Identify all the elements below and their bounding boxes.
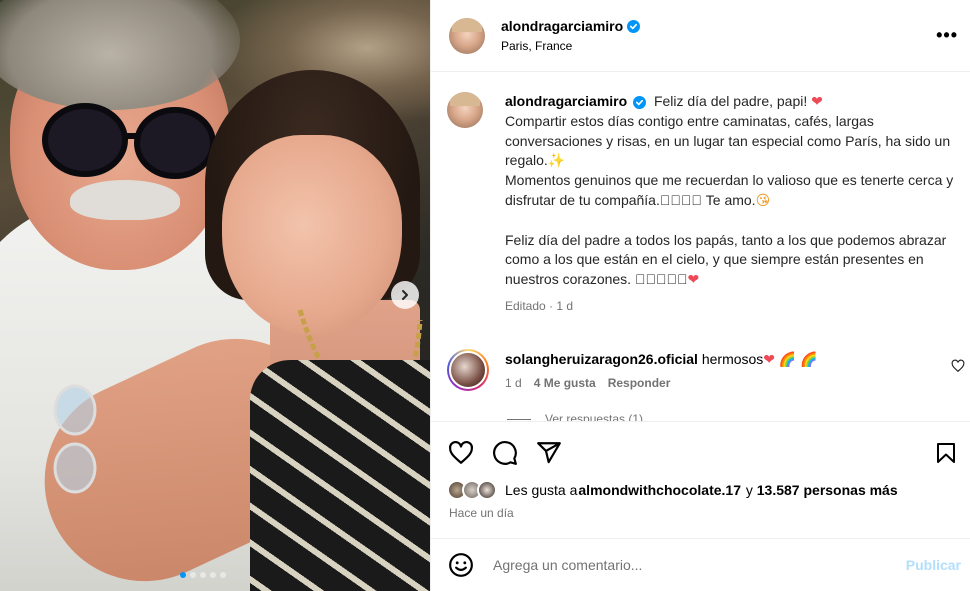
heart-icon xyxy=(449,440,473,464)
liker-username[interactable]: almondwithchocolate.17 xyxy=(578,482,741,498)
action-bar xyxy=(431,422,970,470)
heart-emoji-icon: ❤ xyxy=(811,93,823,109)
like-button[interactable] xyxy=(447,439,475,467)
heart-outline-icon[interactable] xyxy=(951,359,965,373)
carousel-dot xyxy=(220,572,226,578)
view-replies-label: Ver respuestas (1) xyxy=(545,412,644,421)
location-link[interactable]: Paris, France xyxy=(501,39,640,53)
emoji-picker-button[interactable] xyxy=(447,551,475,579)
rainbow-emoji-icon: 🌈 xyxy=(800,350,818,367)
reply-button[interactable]: Responder xyxy=(608,376,671,390)
likes-prefix: Les gusta a xyxy=(505,482,578,498)
carousel-dot xyxy=(210,572,216,578)
likes-middle: y xyxy=(741,482,757,498)
caption-line: Feliz día del padre a todos los papás, t… xyxy=(505,231,947,288)
bookmark-icon xyxy=(937,443,955,463)
comments-section[interactable]: alondragarciamiro Feliz día del padre, p… xyxy=(431,73,970,421)
avatar[interactable] xyxy=(449,17,485,54)
hanging-glasses xyxy=(53,384,97,494)
avatar[interactable] xyxy=(447,92,483,128)
emoji-placeholder: 􀀀􀀀􀀀􀀀􀀀 xyxy=(634,271,688,288)
edited-time[interactable]: 1 d xyxy=(556,299,573,313)
carousel-dot xyxy=(180,572,186,578)
kiss-emoji-icon: 😘 xyxy=(755,191,771,208)
post-side-panel: alondragarciamiro Paris, France ••• alon… xyxy=(430,0,970,591)
comment-icon xyxy=(493,441,517,465)
likes-summary: Les gusta a almondwithchocolate.17 y 13.… xyxy=(431,470,970,500)
smiley-icon xyxy=(449,553,473,577)
comment-button[interactable] xyxy=(491,439,519,467)
commenter-username[interactable]: solangheruizaragon26.oficial xyxy=(505,351,698,367)
avatar xyxy=(477,480,497,500)
commenter-avatar[interactable] xyxy=(447,348,489,391)
comment-text: hermosos xyxy=(701,350,764,367)
carousel-dot xyxy=(200,572,206,578)
verified-badge-icon xyxy=(627,19,641,33)
post-media[interactable] xyxy=(0,0,430,591)
caption-line: Compartir estos días contigo entre camin… xyxy=(505,112,951,169)
save-button[interactable] xyxy=(932,439,960,467)
divider-line xyxy=(507,418,531,420)
carousel-next-button[interactable] xyxy=(391,281,419,309)
mustache xyxy=(70,180,180,220)
username-link[interactable]: alondragarciamiro xyxy=(501,18,623,34)
comment-likes[interactable]: 4 Me gusta xyxy=(534,376,596,390)
printed-dress xyxy=(250,360,430,591)
caption-line: Te amo. xyxy=(701,191,756,208)
add-comment-bar: Publicar xyxy=(431,538,970,591)
rainbow-emoji-icon: 🌈 xyxy=(778,350,797,367)
post-timestamp[interactable]: Hace un día xyxy=(431,500,970,520)
sunglasses xyxy=(42,103,216,179)
comment-item: solangheruizaragon26.oficial hermosos❤ 🌈… xyxy=(431,331,970,391)
carousel-dot xyxy=(190,572,196,578)
comment-time[interactable]: 1 d xyxy=(505,376,522,390)
carousel-dots xyxy=(180,572,226,578)
heart-emoji-icon: ❤ xyxy=(687,271,700,288)
likes-count[interactable]: 13.587 personas más xyxy=(757,482,898,498)
view-replies-button[interactable]: Ver respuestas (1) xyxy=(507,412,643,421)
verified-badge-icon xyxy=(633,96,647,109)
post-header: alondragarciamiro Paris, France ••• xyxy=(431,0,970,72)
caption-username[interactable]: alondragarciamiro xyxy=(505,93,627,109)
chevron-right-icon xyxy=(402,290,408,300)
share-button[interactable] xyxy=(535,439,563,467)
post-caption: alondragarciamiro Feliz día del padre, p… xyxy=(431,73,970,317)
emoji-placeholder: 􀀀􀀀􀀀􀀀 xyxy=(659,191,702,208)
caption-line: Feliz día del padre, papi! xyxy=(653,93,812,109)
publish-button[interactable]: Publicar xyxy=(904,557,963,573)
more-options-icon[interactable]: ••• xyxy=(936,26,958,44)
edited-label: Editado xyxy=(505,298,546,313)
comment-input[interactable] xyxy=(493,557,904,573)
heart-emoji-icon: ❤ xyxy=(763,350,776,367)
liker-avatars[interactable] xyxy=(447,480,497,500)
sparkles-emoji-icon: ✨ xyxy=(547,152,566,169)
post-actions-section: Les gusta a almondwithchocolate.17 y 13.… xyxy=(431,421,970,538)
send-icon xyxy=(537,442,561,464)
